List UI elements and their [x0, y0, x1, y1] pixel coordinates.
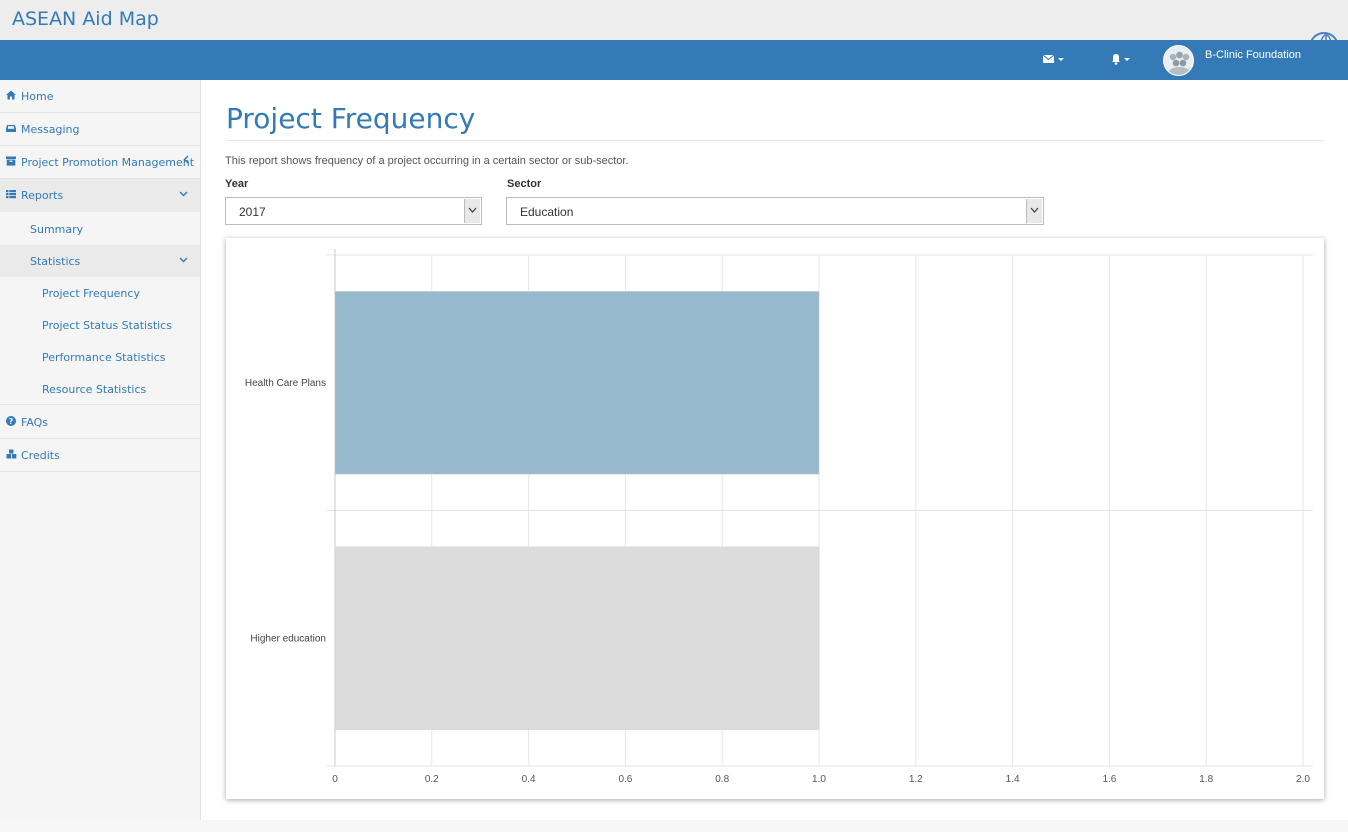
x-tick-label: 0.8: [715, 774, 729, 785]
sidebar-item-project-frequency[interactable]: Project Frequency: [0, 277, 200, 309]
notifications-dropdown[interactable]: [1110, 52, 1134, 69]
x-tick-label: 1.6: [1102, 774, 1116, 785]
sidebar-item-label: Messaging: [21, 123, 80, 136]
year-label: Year: [225, 178, 249, 190]
messages-dropdown[interactable]: [1042, 52, 1066, 69]
envelope-icon: [1042, 54, 1064, 63]
list-icon: [6, 189, 16, 199]
chevron-down-icon: [179, 253, 188, 266]
sidebar-item-label: Summary: [30, 223, 84, 236]
sidebar-item-performance-statistics[interactable]: Performance Statistics: [0, 341, 200, 373]
sidebar-item-label: Home: [21, 90, 54, 103]
x-tick-label: 0.4: [522, 774, 536, 785]
sidebar-item-label: Credits: [21, 449, 60, 462]
sidebar-item-label: Project Status Statistics: [42, 319, 172, 332]
sidebar-item-resource-statistics[interactable]: Resource Statistics: [0, 373, 200, 405]
report-description: This report shows frequency of a project…: [225, 155, 629, 167]
x-tick-label: 0: [332, 774, 338, 785]
sidebar-item-home[interactable]: Home: [0, 80, 200, 113]
x-tick-label: 2.0: [1296, 774, 1310, 785]
title-divider: [226, 140, 1324, 141]
x-tick-label: 1.8: [1199, 774, 1213, 785]
cubes-icon: [6, 449, 17, 459]
bar: [334, 546, 820, 730]
year-select[interactable]: 2017: [225, 197, 482, 225]
user-name[interactable]: B-Clinic Foundation: [1205, 49, 1301, 61]
chevron-down-icon[interactable]: [1026, 199, 1042, 223]
x-tick-label: 0.2: [425, 774, 439, 785]
archive-icon: [6, 156, 16, 166]
bell-icon: [1112, 54, 1130, 65]
sidebar-item-label: Resource Statistics: [42, 383, 147, 396]
sidebar: Home Messaging Project Promotion Managem…: [0, 80, 201, 820]
sector-select[interactable]: Education: [506, 197, 1044, 225]
chevron-down-icon: [179, 187, 188, 200]
page-title: Project Frequency: [226, 102, 476, 135]
main-navbar: B-Clinic Foundation: [0, 40, 1348, 80]
svg-text:?: ?: [9, 417, 14, 426]
sidebar-item-project-promotion-management[interactable]: Project Promotion Management: [0, 146, 200, 179]
y-category-label: Health Care Plans: [245, 378, 326, 389]
home-icon: [6, 90, 16, 100]
sidebar-item-label: Project Frequency: [42, 287, 140, 300]
x-tick-label: 1.2: [909, 774, 923, 785]
chart-panel: 0 0.2 0.4 0.6 0.8 1.0 1.2 1.4 1.6 1.8 2.0 Health Ca…: [226, 238, 1324, 799]
sidebar-item-label: Project Promotion Management: [21, 156, 195, 169]
main-content: Project Frequency This report shows freq…: [201, 80, 1348, 820]
sidebar-item-label: Statistics: [30, 255, 81, 268]
chevron-down-icon[interactable]: [464, 199, 480, 223]
sidebar-item-label: Performance Statistics: [42, 351, 166, 364]
sidebar-item-messaging[interactable]: Messaging: [0, 113, 200, 146]
avatar[interactable]: [1163, 45, 1194, 76]
sidebar-item-label: FAQs: [21, 416, 49, 429]
sidebar-item-faqs[interactable]: ? FAQs: [0, 406, 200, 439]
y-category-label: Higher education: [250, 633, 326, 644]
sidebar-item-label: Reports: [21, 189, 64, 202]
sidebar-item-project-status-statistics[interactable]: Project Status Statistics: [0, 309, 200, 341]
app-title[interactable]: ASEAN Aid Map: [12, 8, 159, 30]
question-circle-icon: ?: [6, 416, 16, 426]
sector-select-value: Education: [520, 205, 574, 219]
x-tick-label: 0.6: [618, 774, 632, 785]
sidebar-item-statistics[interactable]: Statistics: [0, 245, 200, 277]
inbox-icon: [6, 123, 16, 133]
sidebar-item-credits[interactable]: Credits: [0, 439, 200, 472]
top-bar: ASEAN Aid Map: [0, 0, 1348, 48]
x-tick-label: 1.4: [1006, 774, 1020, 785]
frequency-chart: 0 0.2 0.4 0.6 0.8 1.0 1.2 1.4 1.6 1.8 2.0 Health Ca…: [245, 249, 1313, 785]
sector-label: Sector: [507, 178, 542, 190]
year-select-value: 2017: [239, 205, 266, 219]
chevron-left-icon: [183, 154, 189, 167]
bar: [334, 291, 820, 475]
sidebar-item-summary[interactable]: Summary: [0, 213, 200, 245]
x-tick-label: 1.0: [812, 774, 826, 785]
sidebar-item-reports[interactable]: Reports: [0, 179, 200, 212]
